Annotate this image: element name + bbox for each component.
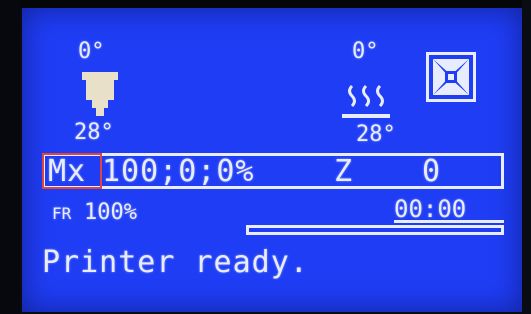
progress-bar: [246, 225, 504, 235]
bed-target-temp: 0°: [352, 39, 379, 64]
hotend-target-temp: 0°: [78, 39, 105, 64]
hotend-icon: [82, 72, 118, 116]
bed-current-temp: 28°: [356, 122, 396, 147]
feedrate-value: 100%: [84, 200, 137, 225]
axis-value: 0: [422, 154, 442, 189]
lcd-screen: 0° 28° 0° 28° Mx 100;0;0% Z 0 FR 100% 00…: [22, 8, 522, 312]
printer-display-frame: 0° 28° 0° 28° Mx 100;0;0% Z 0 FR 100% 00…: [0, 0, 531, 314]
feedrate-icon: FR: [52, 204, 72, 223]
bezel-right: [522, 0, 531, 314]
print-time-underline: [394, 220, 504, 223]
axis-label: Z: [334, 154, 354, 189]
hotend-current-temp: 28°: [74, 120, 114, 145]
fan-icon: [426, 52, 476, 102]
bezel-left: [0, 0, 20, 314]
mode-label: Mx: [48, 154, 87, 189]
print-time: 00:00: [394, 195, 467, 223]
status-values: 100;0;0%: [102, 154, 255, 189]
bed-heat-icon: [342, 84, 390, 118]
status-message: Printer ready.: [42, 245, 309, 280]
bezel-top: [0, 0, 531, 8]
